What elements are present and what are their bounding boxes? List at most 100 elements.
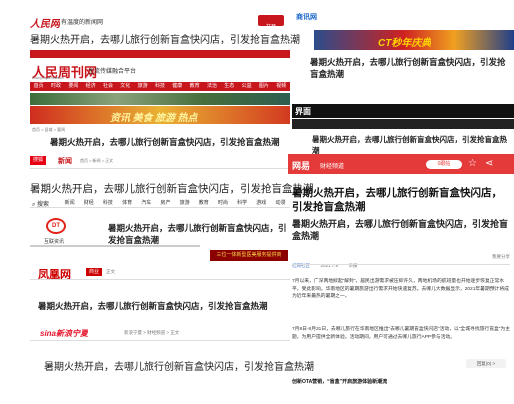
- dt-nav-item[interactable]: 体育: [118, 199, 137, 208]
- peoplenews-nav-item[interactable]: 生态: [221, 82, 238, 91]
- ifeng-channel-badge[interactable]: 商业: [86, 268, 102, 276]
- netease-channel[interactable]: 财经频道: [320, 161, 344, 170]
- netease-p1: 7月以来，广深两地掀起“解封”，居民出游需求被压抑许久，两地机场的航班量也开始逐…: [292, 279, 509, 299]
- jiemian-nav: [292, 119, 514, 129]
- netease-site: 网易 财经频道 0跟帖 ☆ ⋖ 暑期火热开启，去哪儿旅行创新盲盒快闪店，引发抢盲…: [288, 154, 514, 404]
- jiemian-title: 暑期火热开启，去哪儿旅行创新盲盒快闪店，引发抢盲盒热潮: [312, 135, 507, 155]
- reply-label: 回复(0) >: [476, 361, 496, 366]
- dt-nav-item[interactable]: 财经: [79, 199, 98, 208]
- sohu-crumb[interactable]: 首页 > 新闻 > 正文: [80, 158, 113, 164]
- peoplenews-site: 人民周刊网 主流传媒融合平台 www.peoplenews.cn 首页 时政 要闻经…: [30, 50, 290, 152]
- sxnews-logo[interactable]: 商讯网: [296, 12, 317, 22]
- dt-nav-item[interactable]: 游戏: [252, 199, 271, 208]
- open-app-label: 打开: [265, 24, 276, 30]
- dt-nav-item[interactable]: 房产: [156, 199, 175, 208]
- search-icon: ⌕: [32, 202, 36, 208]
- dt-nav-item[interactable]: 旅游: [175, 199, 194, 208]
- peoplenews-nav-item[interactable]: 文化: [117, 82, 134, 91]
- dt-logo-text: DT: [52, 223, 60, 229]
- share-icon[interactable]: ⋖: [485, 158, 493, 169]
- scenic-banner: [30, 93, 290, 105]
- peoplenews-nav-item[interactable]: 要闻: [65, 82, 82, 91]
- reply-button[interactable]: 回复(0) >: [466, 359, 506, 368]
- sohu-logo-text: 搜狐: [32, 157, 43, 163]
- peoplenews-nav-item[interactable]: 科技: [151, 82, 168, 91]
- peoplenews-nav-item[interactable]: 公益: [238, 82, 255, 91]
- ifeng-channel: 商业: [88, 269, 99, 275]
- dt-nav-item[interactable]: 教育: [194, 199, 213, 208]
- netease-p2: 7月8日-8月31日，去哪儿旅行在华南地区推出“去哪儿暑期盲盒快闪店”活动，以“…: [292, 327, 511, 340]
- people-title: 暑期火热开启，去哪儿旅行创新盲盒快闪店，引发抢盲盒热潮: [30, 35, 300, 46]
- peoplenews-url: www.peoplenews.cn: [32, 76, 64, 80]
- peoplenews-subtitle: 主流传媒融合平台: [88, 69, 137, 75]
- sina-site: sina新浪宁夏 新浪宁夏 > 财经频道 > 正文 暑期火热开启，去哪儿旅行创新…: [30, 322, 314, 382]
- sina-crumb[interactable]: 新浪宁夏 > 财经频道 > 正文: [124, 330, 179, 336]
- ifeng-title: 暑期火热开启，去哪儿旅行创新盲盒快闪店，引发抢盲盒热潮: [38, 301, 268, 311]
- top-red-bar: [30, 50, 290, 58]
- netease-subheading: 创新OTA营销，“盲盒”开启旅游体验新潮流: [292, 379, 388, 385]
- sina-divider: [30, 340, 290, 341]
- dt-logo[interactable]: DT: [46, 218, 66, 234]
- dt-divider: [30, 245, 200, 247]
- peoplenews-nav: 首页 时政 要闻 经济 社会 文化 旅游 科技 健康 教育 法治 生态 公益 图片 视频: [30, 82, 290, 91]
- people-header: 人民网 有温度的新闻网 打开 暑期火热开启，去哪儿旅行创新盲盒快闪店，引发抢盲盒…: [0, 0, 300, 46]
- ifeng-site: 凤凰网 商业 正文 暑期火热开启，去哪儿旅行创新盲盒快闪店，引发抢盲盒热潮: [30, 266, 290, 318]
- sohu-logo[interactable]: 搜狐: [30, 156, 46, 165]
- sxnews-site: 商讯网 CT秒年庆典 暑期火热开启，去哪儿旅行创新盲盒快闪店，引发抢盲盒热潮: [292, 8, 514, 88]
- jiemian-header: 界面: [292, 104, 514, 118]
- ifeng-divider: [30, 279, 290, 280]
- dt-ad-text: 三位一体新型医美服务提供商: [216, 252, 282, 258]
- peoplenews-breadcrumb[interactable]: 首页 > 县域 > 要闻: [32, 127, 65, 133]
- open-app-button[interactable]: 打开: [258, 15, 284, 30]
- netease-title2: 暑期火热开启，去哪儿旅行创新盲盒快闪店，引发抢盲盒热潮: [292, 219, 509, 241]
- peoplenews-nav-item[interactable]: 时政: [47, 82, 64, 91]
- jiemian-site: 界面 暑期火热开启，去哪儿旅行创新盲盒快闪店，引发抢盲盒热潮: [292, 104, 514, 155]
- dt-nav-item[interactable]: 时尚: [213, 199, 232, 208]
- peoplenews-nav-item[interactable]: 社会: [99, 82, 116, 91]
- peoplenews-nav-item[interactable]: 视频: [273, 82, 290, 91]
- dt-nav: ⌕ 搜索 新闻 财经 科技 体育 汽车 房产 旅游 教育 时尚 科学 游戏 动漫: [30, 198, 290, 208]
- promo-banner-text: 资讯 美食 旅游 热点: [110, 113, 198, 124]
- peoplenews-nav-item[interactable]: 健康: [169, 82, 186, 91]
- dt-site: ⌕ 搜索 新闻 财经 科技 体育 汽车 房产 旅游 教育 时尚 科学 游戏 动漫 DT 互联资讯 暑期…: [30, 198, 290, 264]
- netease-divider: [292, 264, 510, 265]
- dt-search[interactable]: ⌕ 搜索: [32, 199, 49, 209]
- comment-count-button[interactable]: 0跟帖: [426, 160, 462, 169]
- sohu-brand[interactable]: 新闻: [58, 156, 72, 166]
- dt-nav-item[interactable]: 汽车: [137, 199, 156, 208]
- peoplenews-title: 暑期火热开启，去哪儿旅行创新盲盒快闪店，引发抢盲盒热潮: [50, 137, 280, 147]
- netease-logo[interactable]: 网易: [292, 159, 310, 172]
- peoplenews-nav-item[interactable]: 旅游: [134, 82, 151, 91]
- peoplenews-nav-item[interactable]: 图片: [255, 82, 272, 91]
- dt-nav-item[interactable]: 科学: [233, 199, 252, 208]
- ifeng-crumb: 正文: [106, 269, 115, 274]
- netease-title: 暑期火热开启，去哪儿旅行创新盲盒快闪店，引发抢盲盒热潮: [292, 187, 502, 213]
- sina-logo[interactable]: sina新浪宁夏: [40, 328, 88, 339]
- sohu-divider: [30, 168, 290, 169]
- sohu-title: 暑期火热开启，去哪儿旅行创新盲盒快闪店，引发抢盲盒热潮: [30, 183, 314, 195]
- dt-nav-item[interactable]: 科技: [98, 199, 117, 208]
- netease-header: 网易 财经频道 0跟帖 ☆ ⋖: [288, 154, 514, 174]
- favorite-icon[interactable]: ☆: [468, 158, 477, 169]
- people-tagline: 有温度的新闻网: [61, 20, 104, 26]
- peoplenews-nav-item[interactable]: 法治: [203, 82, 220, 91]
- dt-ad[interactable]: 三位一体新型医美服务提供商: [210, 250, 288, 261]
- dt-search-label: 搜索: [37, 202, 50, 208]
- sxnews-banner[interactable]: CT秒年庆典: [314, 30, 514, 50]
- sxnews-title: 暑期火热开启，去哪儿旅行创新盲盒快闪店，引发抢盲盒热潮: [310, 57, 506, 79]
- netease-meta: 红网社区 2021.7.9 举报 我要分享: [292, 254, 512, 268]
- dt-brand: 互联资讯: [44, 239, 65, 245]
- dt-nav-item[interactable]: 新闻: [60, 199, 79, 208]
- promo-banner[interactable]: 资讯 美食 旅游 热点: [30, 106, 290, 124]
- peoplenews-nav-item[interactable]: 教育: [186, 82, 203, 91]
- sxnews-banner-text: CT秒年庆典: [378, 38, 432, 49]
- jiemian-logo[interactable]: 界面: [295, 106, 311, 117]
- comment-count-label: 0跟帖: [437, 161, 451, 167]
- netease-share[interactable]: 我要分享: [492, 254, 510, 260]
- peoplenews-nav-item[interactable]: 经济: [82, 82, 99, 91]
- sina-title: 暑期火热开启，去哪儿旅行创新盲盒快闪店，引发抢盲盒热潮: [44, 362, 314, 373]
- dt-title: 暑期火热开启，去哪儿旅行创新盲盒快闪店，引发抢盲盒热潮: [108, 223, 287, 245]
- people-logo[interactable]: 人民网: [30, 15, 60, 30]
- peoplenews-nav-item[interactable]: 首页: [30, 82, 47, 91]
- sohu-site: 搜狐 新闻 首页 > 新闻 > 正文 暑期火热开启，去哪儿旅行创新盲盒快闪店，引…: [30, 154, 314, 198]
